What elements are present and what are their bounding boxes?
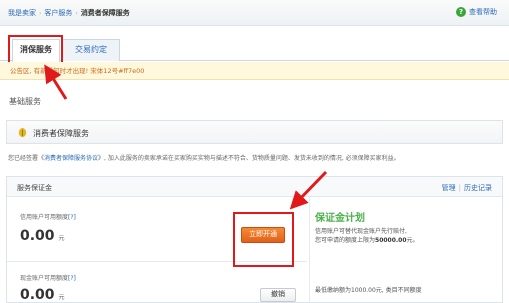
arrow-to-activate-icon xyxy=(289,170,328,210)
annotation-arrows xyxy=(44,64,328,210)
arrow-to-tab-icon xyxy=(44,64,68,100)
